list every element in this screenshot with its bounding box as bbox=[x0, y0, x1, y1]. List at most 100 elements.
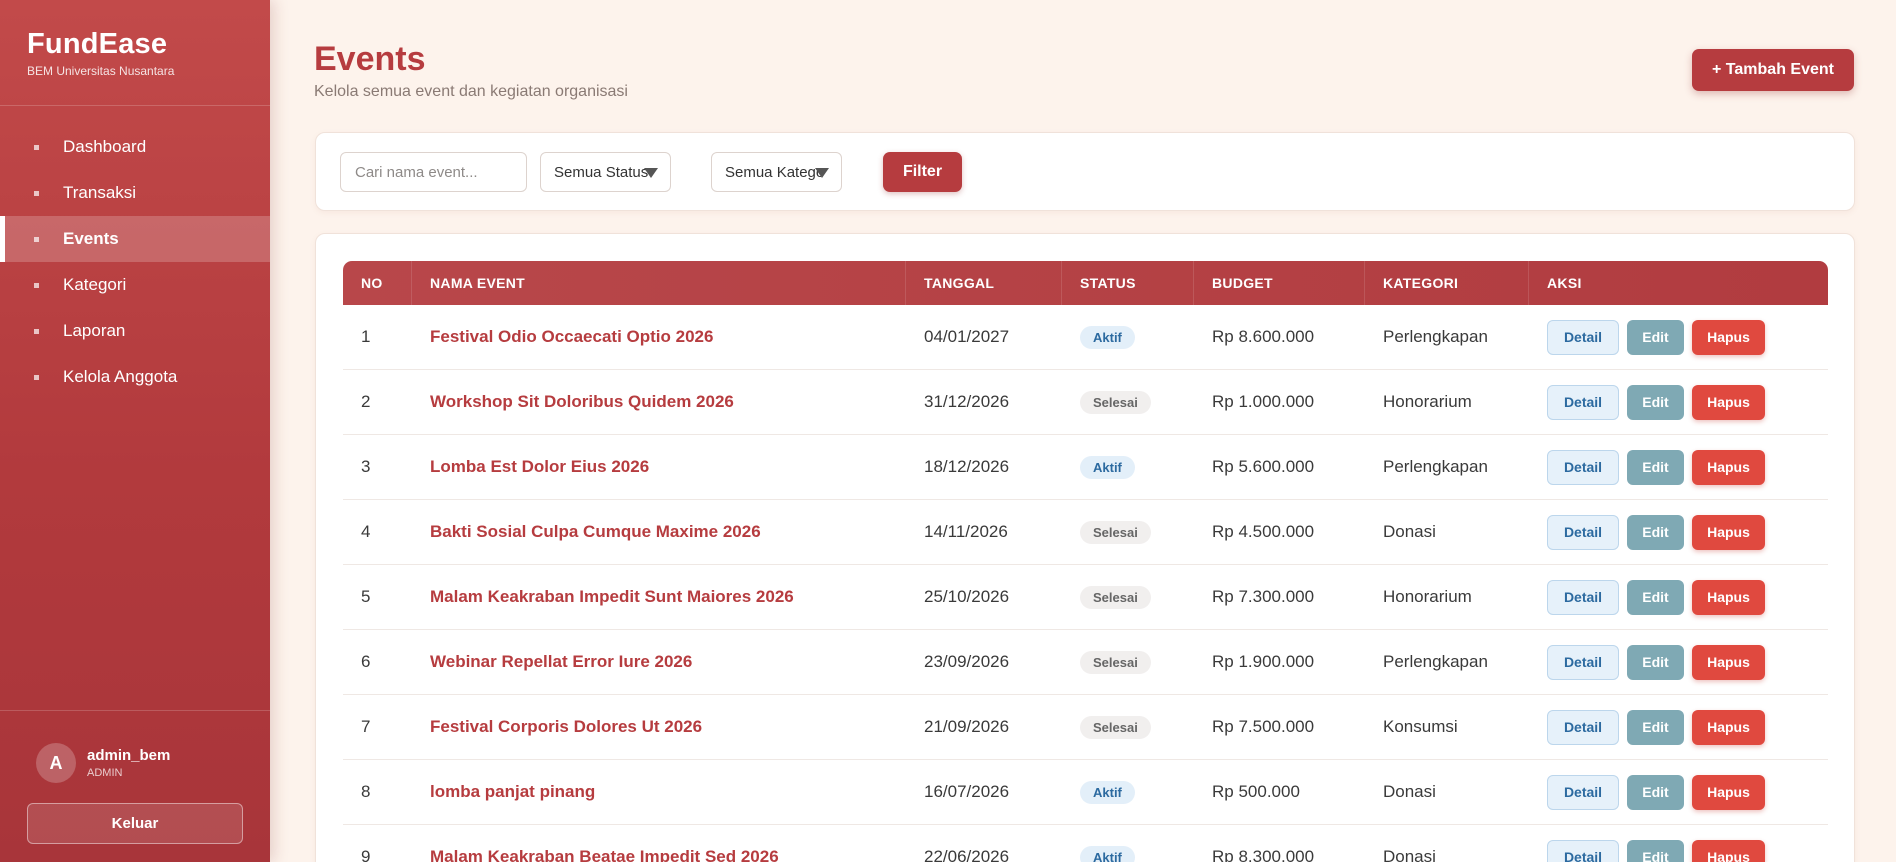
delete-button[interactable]: Hapus bbox=[1692, 579, 1765, 615]
sidebar-item-kategori[interactable]: Kategori bbox=[0, 262, 270, 308]
user-role: ADMIN bbox=[87, 767, 123, 779]
detail-button[interactable]: Detail bbox=[1547, 514, 1619, 550]
status-badge: Aktif bbox=[1080, 780, 1135, 804]
column-header: AKSI bbox=[1547, 275, 1582, 291]
filter-button[interactable]: Filter bbox=[883, 152, 962, 192]
event-name-link[interactable]: Malam Keakraban Impedit Sunt Maiores 202… bbox=[430, 587, 794, 607]
event-name-link[interactable]: Webinar Repellat Error Iure 2026 bbox=[430, 652, 692, 672]
add-event-button[interactable]: + Tambah Event bbox=[1692, 49, 1854, 91]
table-row: 8 lomba panjat pinang 16/07/2026 Aktif Rp 50… bbox=[343, 760, 1828, 825]
category-select-value: Semua Kategori bbox=[725, 163, 821, 181]
edit-button[interactable]: Edit bbox=[1627, 514, 1684, 550]
edit-button[interactable]: Edit bbox=[1627, 579, 1684, 615]
event-date: 31/12/2026 bbox=[924, 392, 1010, 411]
status-select-value: Semua Status bbox=[554, 163, 649, 181]
event-name-link[interactable]: Festival Corporis Dolores Ut 2026 bbox=[430, 717, 702, 737]
bullet-icon bbox=[34, 282, 39, 288]
delete-button[interactable]: Hapus bbox=[1692, 514, 1765, 550]
row-number: 6 bbox=[361, 652, 371, 671]
sidebar-item-label: Events bbox=[63, 229, 119, 248]
detail-button[interactable]: Detail bbox=[1547, 319, 1619, 355]
sidebar-item-events[interactable]: Events bbox=[0, 216, 270, 262]
detail-button[interactable]: Detail bbox=[1547, 839, 1619, 862]
delete-button[interactable]: Hapus bbox=[1692, 709, 1765, 745]
status-cell: Selesai bbox=[1062, 695, 1194, 760]
category-select[interactable]: Semua Kategori bbox=[711, 152, 842, 192]
event-date: 14/11/2026 bbox=[924, 522, 1008, 541]
edit-button[interactable]: Edit bbox=[1627, 644, 1684, 680]
status-badge: Aktif bbox=[1080, 845, 1135, 862]
delete-button[interactable]: Hapus bbox=[1692, 449, 1765, 485]
detail-button[interactable]: Detail bbox=[1547, 644, 1619, 680]
event-name-link[interactable]: Malam Keakraban Beatae Impedit Sed 2026 bbox=[430, 847, 779, 862]
event-name-link[interactable]: Lomba Est Dolor Eius 2026 bbox=[430, 457, 649, 477]
status-badge: Selesai bbox=[1080, 650, 1151, 674]
event-date: 25/10/2026 bbox=[924, 587, 1010, 606]
event-budget: Rp 7.300.000 bbox=[1212, 587, 1315, 606]
event-name-cell: lomba panjat pinang bbox=[412, 760, 906, 825]
table-row: 9 Malam Keakraban Beatae Impedit Sed 2026… bbox=[343, 825, 1828, 862]
status-badge: Selesai bbox=[1080, 715, 1151, 739]
actions-cell: Detail Edit Hapus bbox=[1529, 825, 1828, 862]
event-budget: Rp 1.900.000 bbox=[1212, 652, 1315, 671]
status-cell: Aktif bbox=[1062, 825, 1194, 862]
status-badge: Selesai bbox=[1080, 520, 1151, 544]
event-name-link[interactable]: lomba panjat pinang bbox=[430, 782, 595, 802]
detail-button[interactable]: Detail bbox=[1547, 579, 1619, 615]
user-info: admin_bem ADMIN bbox=[87, 747, 170, 779]
edit-button[interactable]: Edit bbox=[1627, 774, 1684, 810]
row-number: 4 bbox=[361, 522, 371, 541]
event-category: Konsumsi bbox=[1383, 717, 1458, 736]
event-name-link[interactable]: Workshop Sit Doloribus Quidem 2026 bbox=[430, 392, 734, 412]
sidebar: FundEase BEM Universitas Nusantara Dashb… bbox=[0, 0, 270, 862]
sidebar-item-transaksi[interactable]: Transaksi bbox=[0, 170, 270, 216]
sidebar-item-dashboard[interactable]: Dashboard bbox=[0, 124, 270, 170]
edit-button[interactable]: Edit bbox=[1627, 709, 1684, 745]
edit-button[interactable]: Edit bbox=[1627, 384, 1684, 420]
logout-button[interactable]: Keluar bbox=[27, 803, 243, 844]
table-header: NO NAMA EVENT TANGGAL STATUS BUDGET KATEGORI A… bbox=[343, 261, 1828, 305]
status-cell: Selesai bbox=[1062, 370, 1194, 435]
edit-button[interactable]: Edit bbox=[1627, 319, 1684, 355]
table-row: 6 Webinar Repellat Error Iure 2026 23/09/2… bbox=[343, 630, 1828, 695]
event-name-cell: Festival Odio Occaecati Optio 2026 bbox=[412, 305, 906, 370]
table-row: 3 Lomba Est Dolor Eius 2026 18/12/2026 Akti… bbox=[343, 435, 1828, 500]
detail-button[interactable]: Detail bbox=[1547, 449, 1619, 485]
delete-button[interactable]: Hapus bbox=[1692, 319, 1765, 355]
page-subtitle: Kelola semua event dan kegiatan organisa… bbox=[314, 83, 628, 100]
edit-button[interactable]: Edit bbox=[1627, 839, 1684, 862]
row-number: 9 bbox=[361, 847, 371, 862]
table-row: 4 Bakti Sosial Culpa Cumque Maxime 2026 14… bbox=[343, 500, 1828, 565]
sidebar-item-kelola-anggota[interactable]: Kelola Anggota bbox=[0, 354, 270, 400]
bullet-icon bbox=[34, 374, 39, 380]
delete-button[interactable]: Hapus bbox=[1692, 774, 1765, 810]
event-name-cell: Bakti Sosial Culpa Cumque Maxime 2026 bbox=[412, 500, 906, 565]
status-select[interactable]: Semua Status bbox=[540, 152, 671, 192]
delete-button[interactable]: Hapus bbox=[1692, 644, 1765, 680]
search-input[interactable] bbox=[340, 152, 527, 192]
actions-cell: Detail Edit Hapus bbox=[1529, 435, 1828, 500]
sidebar-item-label: Transaksi bbox=[63, 183, 137, 202]
event-budget: Rp 500.000 bbox=[1212, 782, 1300, 801]
brand-name: FundEase bbox=[27, 28, 168, 60]
column-header: TANGGAL bbox=[906, 261, 1062, 305]
event-name-link[interactable]: Bakti Sosial Culpa Cumque Maxime 2026 bbox=[430, 522, 761, 542]
actions-cell: Detail Edit Hapus bbox=[1529, 305, 1828, 370]
event-date: 04/01/2027 bbox=[924, 327, 1010, 346]
sidebar-item-label: Kelola Anggota bbox=[63, 367, 178, 386]
edit-button[interactable]: Edit bbox=[1627, 449, 1684, 485]
row-number: 2 bbox=[361, 392, 371, 411]
sidebar-item-label: Dashboard bbox=[63, 137, 147, 156]
table-row: 5 Malam Keakraban Impedit Sunt Maiores 20… bbox=[343, 565, 1828, 630]
detail-button[interactable]: Detail bbox=[1547, 709, 1619, 745]
sidebar-item-laporan[interactable]: Laporan bbox=[0, 308, 270, 354]
detail-button[interactable]: Detail bbox=[1547, 384, 1619, 420]
delete-button[interactable]: Hapus bbox=[1692, 839, 1765, 862]
event-name-link[interactable]: Festival Odio Occaecati Optio 2026 bbox=[430, 327, 713, 347]
actions-cell: Detail Edit Hapus bbox=[1529, 500, 1828, 565]
detail-button[interactable]: Detail bbox=[1547, 774, 1619, 810]
event-category: Donasi bbox=[1383, 847, 1436, 862]
brand-subtitle: BEM Universitas Nusantara bbox=[27, 64, 175, 78]
delete-button[interactable]: Hapus bbox=[1692, 384, 1765, 420]
status-cell: Aktif bbox=[1062, 760, 1194, 825]
